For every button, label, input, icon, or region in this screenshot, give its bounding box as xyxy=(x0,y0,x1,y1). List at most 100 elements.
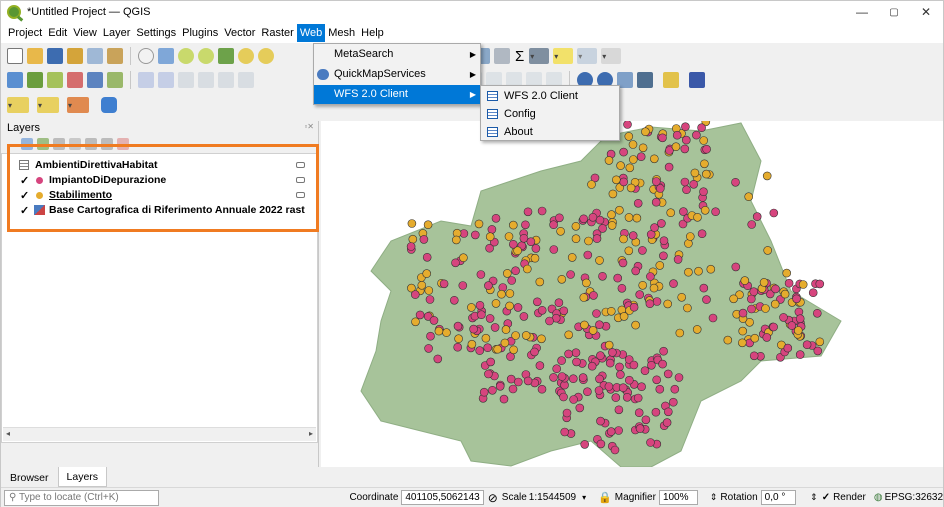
menu-item-metasearch[interactable]: MetaSearch ▶ xyxy=(314,45,480,64)
panel-float-close-icon[interactable]: ▫✕ xyxy=(304,122,314,131)
coordinate-field[interactable]: 401105,5062143 xyxy=(401,490,484,505)
map-point xyxy=(559,306,569,316)
menu-settings[interactable]: Settings xyxy=(133,24,179,42)
processing-toolbox-icon[interactable] xyxy=(101,97,117,113)
menu-raster[interactable]: Raster xyxy=(258,24,296,42)
delete-selected-icon[interactable] xyxy=(238,72,254,88)
map-point xyxy=(658,359,667,369)
rotation-field[interactable]: 0,0 ° xyxy=(760,490,797,505)
deselect-icon[interactable] xyxy=(67,97,89,113)
map-point xyxy=(631,266,641,276)
submenu-item-wfs-client[interactable]: WFS 2.0 Client xyxy=(481,87,619,105)
scroll-right-icon[interactable]: ▸ xyxy=(309,429,313,438)
horizontal-scrollbar[interactable]: ◂ ▸ xyxy=(3,427,316,441)
help-icon[interactable] xyxy=(689,72,705,88)
map-point xyxy=(731,262,741,272)
menu-project[interactable]: Project xyxy=(5,24,45,42)
map-point xyxy=(624,375,634,385)
submenu-item-about[interactable]: About xyxy=(481,123,619,141)
map-point xyxy=(434,326,444,336)
sum-icon[interactable]: Σ xyxy=(515,48,524,65)
lock-scale-icon[interactable]: 🔒 xyxy=(598,491,612,504)
scroll-left-icon[interactable]: ◂ xyxy=(6,429,10,438)
map-point xyxy=(537,206,547,216)
python-console-icon[interactable] xyxy=(663,72,679,88)
data-source-manager-icon[interactable] xyxy=(7,72,23,88)
add-raster-layer-icon[interactable] xyxy=(47,72,63,88)
minimize-button[interactable]: — xyxy=(845,1,879,23)
submenu-arrow-icon: ▶ xyxy=(469,50,476,59)
save-edits-icon[interactable] xyxy=(178,72,194,88)
submenu-item-label: Config xyxy=(504,108,536,120)
map-point xyxy=(589,291,598,300)
menu-mesh[interactable]: Mesh xyxy=(325,24,358,42)
map-point xyxy=(422,253,432,262)
render-checkbox[interactable]: ✓ xyxy=(822,492,830,503)
map-point xyxy=(664,162,674,172)
xyz-icon[interactable] xyxy=(637,72,653,88)
open-project-icon[interactable] xyxy=(27,48,43,64)
map-point xyxy=(617,284,627,293)
add-feature-icon[interactable] xyxy=(198,72,214,88)
map-point xyxy=(783,343,793,353)
scale-field[interactable]: 1:1544509 xyxy=(529,492,576,503)
scale-dropdown-icon[interactable]: ▾ xyxy=(582,493,586,502)
map-point xyxy=(699,136,709,145)
menu-item-quickmapservices[interactable]: QuickMapServices ▶ xyxy=(314,65,480,84)
menu-plugins[interactable]: Plugins xyxy=(179,24,221,42)
menu-vector[interactable]: Vector xyxy=(221,24,258,42)
crs-button[interactable]: EPSG:32632 xyxy=(885,492,943,503)
new-project-icon[interactable] xyxy=(7,48,23,64)
map-canvas[interactable] xyxy=(321,121,943,467)
menu-web[interactable]: Web xyxy=(296,24,326,42)
submenu-item-config[interactable]: Config xyxy=(481,105,619,123)
layout-icon[interactable] xyxy=(67,48,83,64)
toggle-extents-icon[interactable]: ⊘ xyxy=(488,491,498,505)
pan-to-selection-icon[interactable] xyxy=(158,48,174,64)
locator-search-input[interactable]: ⚲ Type to locate (Ctrl+K) xyxy=(4,489,160,506)
maximize-button[interactable]: ▢ xyxy=(877,1,911,23)
measure-icon[interactable] xyxy=(529,48,550,64)
map-point xyxy=(628,231,638,240)
add-mesh-layer-icon[interactable] xyxy=(107,72,123,88)
menu-help[interactable]: Help xyxy=(358,24,387,42)
zoom-out-icon[interactable] xyxy=(198,48,214,64)
select-by-value-icon[interactable] xyxy=(37,97,59,113)
map-point xyxy=(596,351,605,360)
add-delimited-text-icon[interactable] xyxy=(67,72,83,88)
tab-browser[interactable]: Browser xyxy=(1,467,58,487)
zoom-selection-icon[interactable] xyxy=(238,48,254,64)
layout-manager-icon[interactable] xyxy=(87,48,103,64)
menu-view[interactable]: View xyxy=(70,24,100,42)
map-point xyxy=(501,325,511,334)
menu-edit[interactable]: Edit xyxy=(45,24,70,42)
style-manager-icon[interactable] xyxy=(107,48,123,64)
zoom-full-icon[interactable] xyxy=(218,48,234,64)
map-point xyxy=(674,373,684,382)
statistics-icon[interactable] xyxy=(494,48,510,64)
map-point xyxy=(604,340,614,350)
save-project-icon[interactable] xyxy=(47,48,63,64)
add-vector-layer-icon[interactable] xyxy=(27,72,43,88)
text-annotation-icon[interactable] xyxy=(601,48,622,64)
globe-icon[interactable]: ◍ xyxy=(874,492,883,503)
spinner-icon[interactable]: ⇕ xyxy=(810,492,818,503)
map-tips-icon[interactable] xyxy=(553,48,574,64)
search-icon[interactable] xyxy=(577,48,598,64)
pan-icon[interactable] xyxy=(138,48,154,64)
menu-item-wfs-client[interactable]: WFS 2.0 Client ▶ xyxy=(314,85,480,104)
spinner-icon[interactable]: ⇕ xyxy=(710,492,718,503)
menu-layer[interactable]: Layer xyxy=(100,24,134,42)
vertex-tool-icon[interactable] xyxy=(218,72,234,88)
toggle-editing-icon[interactable] xyxy=(158,72,174,88)
magnifier-field[interactable]: 100% xyxy=(658,490,698,505)
map-point xyxy=(655,384,665,394)
close-button[interactable]: ✕ xyxy=(909,1,943,23)
select-features-icon[interactable] xyxy=(7,97,29,113)
tab-layers[interactable]: Layers xyxy=(57,467,108,487)
add-spatialite-icon[interactable] xyxy=(87,72,103,88)
zoom-in-icon[interactable] xyxy=(178,48,194,64)
current-edits-icon[interactable] xyxy=(138,72,154,88)
map-point xyxy=(619,147,628,157)
zoom-layer-icon[interactable] xyxy=(258,48,274,64)
